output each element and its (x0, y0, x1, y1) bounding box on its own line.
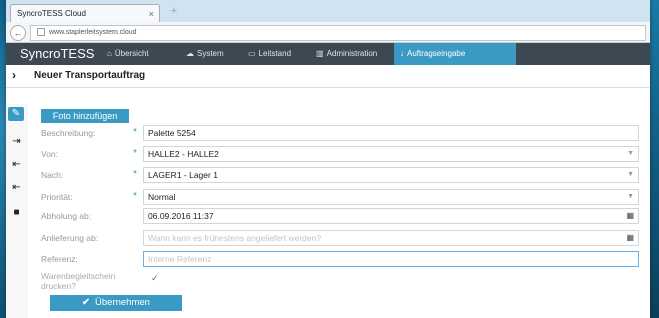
exit-icon[interactable]: ⇤ (11, 182, 22, 193)
required-marker: * (133, 127, 137, 138)
new-tab-button[interactable]: + (166, 5, 182, 18)
input-placeholder: Interne Referenz (148, 254, 212, 264)
select-value: HALLE2 - HALLE2 (148, 149, 219, 159)
home-icon: ⌂ (107, 49, 112, 58)
select-value: Normal (148, 192, 176, 202)
to-select[interactable]: LAGER1 - Lager 1 ▼ (143, 167, 639, 183)
submit-label: Übernehmen (95, 297, 150, 308)
pickup-date-input[interactable]: 06.09.2016 11:37 ▦ (143, 208, 639, 224)
form-row-referenz: Referenz: Interne Referenz (41, 251, 641, 267)
reference-input[interactable]: Interne Referenz (143, 251, 639, 267)
calendar-icon[interactable]: ▦ (626, 231, 634, 245)
browser-tab[interactable]: SyncroTESS Cloud × (10, 4, 160, 22)
form-row-nach: Nach: * LAGER1 - Lager 1 ▼ (41, 167, 641, 183)
arrow-left-icon: ← (13, 28, 23, 38)
form-row-von: Von: * HALLE2 - HALLE2 ▼ (41, 146, 641, 162)
add-photo-button[interactable]: Foto hinzufügen (41, 109, 129, 123)
url-text: www.staplerleitsystem.cloud (49, 29, 137, 36)
field-label: Referenz: (41, 254, 78, 264)
input-placeholder: Wann kann es frühestens angeliefert werd… (148, 233, 322, 243)
field-label: Nach: (41, 170, 64, 180)
pin-icon: ↓ (400, 49, 404, 58)
left-icon-strip: ✎ ⇥ ⇤ ⇤ ■ (6, 104, 28, 318)
nav-label: Leitstand (258, 49, 292, 58)
field-label: Von: (41, 149, 59, 159)
submit-button[interactable]: ✔ Übernehmen (50, 295, 182, 311)
nav-item-administration[interactable]: ▥ Administration (310, 43, 383, 65)
check-icon: ✔ (82, 297, 91, 308)
form-row-warenbegleitschein: Warenbegleitschein drucken? ✓ (41, 270, 641, 292)
chevron-down-icon: ▼ (627, 193, 634, 200)
calendar-icon[interactable]: ▦ (626, 209, 634, 223)
nav-label: Administration (326, 49, 378, 58)
required-marker: * (133, 191, 137, 202)
back-button[interactable]: ← (10, 25, 26, 41)
page-title: Neuer Transportauftrag (34, 70, 146, 81)
building-icon: ▥ (316, 49, 324, 58)
address-bar: ← www.staplerleitsystem.cloud (6, 22, 650, 43)
tab-close-icon[interactable]: × (149, 5, 154, 23)
delivery-date-input[interactable]: Wann kann es frühestens angeliefert werd… (143, 230, 639, 246)
monitor-icon: ▭ (248, 49, 256, 58)
nav-item-uebersicht[interactable]: ⌂ Übersicht (101, 43, 155, 65)
screen: SyncroTESS Cloud × + ← www.staplerleitsy… (0, 0, 659, 318)
from-select[interactable]: HALLE2 - HALLE2 ▼ (143, 146, 639, 162)
field-label: Anlieferung ab: (41, 233, 99, 243)
chevron-down-icon: ▼ (627, 171, 634, 178)
field-label: Beschreibung: (41, 128, 96, 138)
nav-item-system[interactable]: ☁ System (180, 43, 230, 65)
nav-item-auftragseingabe[interactable]: ↓ Auftragseingabe (394, 43, 516, 65)
form-row-beschreibung: Beschreibung: * Palette 5254 (41, 125, 641, 141)
field-label: Priorität: (41, 192, 73, 202)
form-row-abholung: Abholung ab: 06.09.2016 11:37 ▦ (41, 208, 641, 224)
field-label: Warenbegleitschein drucken? (41, 271, 116, 291)
chevron-down-icon: ▼ (627, 150, 634, 157)
tab-title: SyncroTESS Cloud (17, 9, 86, 18)
stop-icon[interactable]: ■ (11, 207, 22, 218)
nav-label: Auftragseingabe (407, 49, 466, 58)
form-row-anlieferung: Anlieferung ab: Wann kann es frühestens … (41, 230, 641, 246)
priority-select[interactable]: Normal ▼ (143, 189, 639, 205)
sign-in-icon[interactable]: ⇥ (11, 136, 22, 147)
nav-label: System (197, 49, 224, 58)
brand-logo[interactable]: SyncroTESS (20, 43, 94, 65)
select-value: LAGER1 - Lager 1 (148, 170, 218, 180)
page-header: › Neuer Transportauftrag (6, 65, 650, 88)
sign-out-icon[interactable]: ⇤ (11, 159, 22, 170)
chevron-right-icon[interactable]: › (12, 68, 16, 82)
field-label: Abholung ab: (41, 211, 92, 221)
nav-label: Übersicht (114, 49, 149, 58)
app-navbar: SyncroTESS ⌂ Übersicht ☁ System ▭ Leitstand… (6, 43, 650, 65)
browser-tabbar: SyncroTESS Cloud × + (6, 0, 650, 22)
edit-icon[interactable]: ✎ (8, 107, 24, 121)
lock-icon (37, 28, 45, 37)
required-marker: * (133, 169, 137, 180)
input-value: 06.09.2016 11:37 (148, 211, 214, 221)
required-marker: * (133, 148, 137, 159)
url-field[interactable]: www.staplerleitsystem.cloud (30, 25, 646, 41)
print-checkbox[interactable]: ✓ (151, 273, 159, 284)
description-input[interactable]: Palette 5254 (143, 125, 639, 141)
form-row-prioritaet: Priorität: * Normal ▼ (41, 189, 641, 205)
nav-item-leitstand[interactable]: ▭ Leitstand (242, 43, 297, 65)
cloud-icon: ☁ (186, 49, 194, 58)
